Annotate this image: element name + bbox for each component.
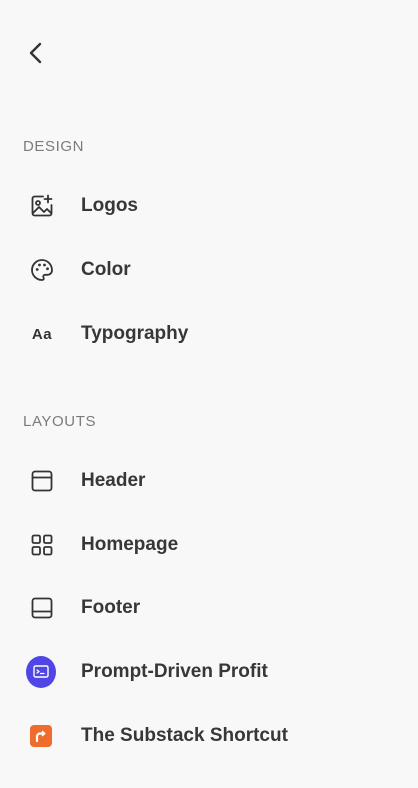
- grid-icon: [28, 531, 56, 559]
- nav-item-header[interactable]: Header: [0, 453, 418, 509]
- section-title-layouts: LAYOUTS: [23, 413, 97, 430]
- typography-icon-glyph: Aa: [31, 325, 53, 343]
- nav-item-the-substack-shortcut[interactable]: The Substack Shortcut: [0, 708, 418, 764]
- chevron-left-icon: [29, 42, 42, 64]
- publication-avatar-icon: [26, 656, 56, 688]
- nav-item-label: Header: [81, 470, 146, 491]
- nav-item-color[interactable]: Color: [0, 242, 418, 298]
- section-title-design: DESIGN: [23, 138, 85, 155]
- nav-item-label: Homepage: [81, 534, 179, 555]
- back-button[interactable]: [20, 36, 52, 70]
- layout-header-icon: [28, 467, 56, 495]
- nav-item-label: Footer: [81, 597, 141, 618]
- nav-item-label: The Substack Shortcut: [81, 725, 288, 746]
- nav-item-label: Prompt-Driven Profit: [81, 661, 268, 682]
- image-plus-icon: [28, 192, 56, 220]
- nav-item-label: Color: [81, 259, 131, 280]
- palette-icon: [28, 256, 56, 284]
- typography-icon: Aa: [28, 320, 56, 348]
- nav-item-homepage[interactable]: Homepage: [0, 517, 418, 573]
- nav-item-label: Typography: [81, 323, 189, 344]
- layout-footer-icon: [28, 594, 56, 622]
- nav-item-prompt-driven-profit[interactable]: Prompt-Driven Profit: [0, 644, 418, 700]
- nav-item-logos[interactable]: Logos: [0, 178, 418, 234]
- nav-item-typography[interactable]: Aa Typography: [0, 306, 418, 362]
- nav-item-footer[interactable]: Footer: [0, 580, 418, 636]
- publication-avatar-icon: [28, 722, 56, 750]
- nav-item-label: Logos: [81, 195, 138, 216]
